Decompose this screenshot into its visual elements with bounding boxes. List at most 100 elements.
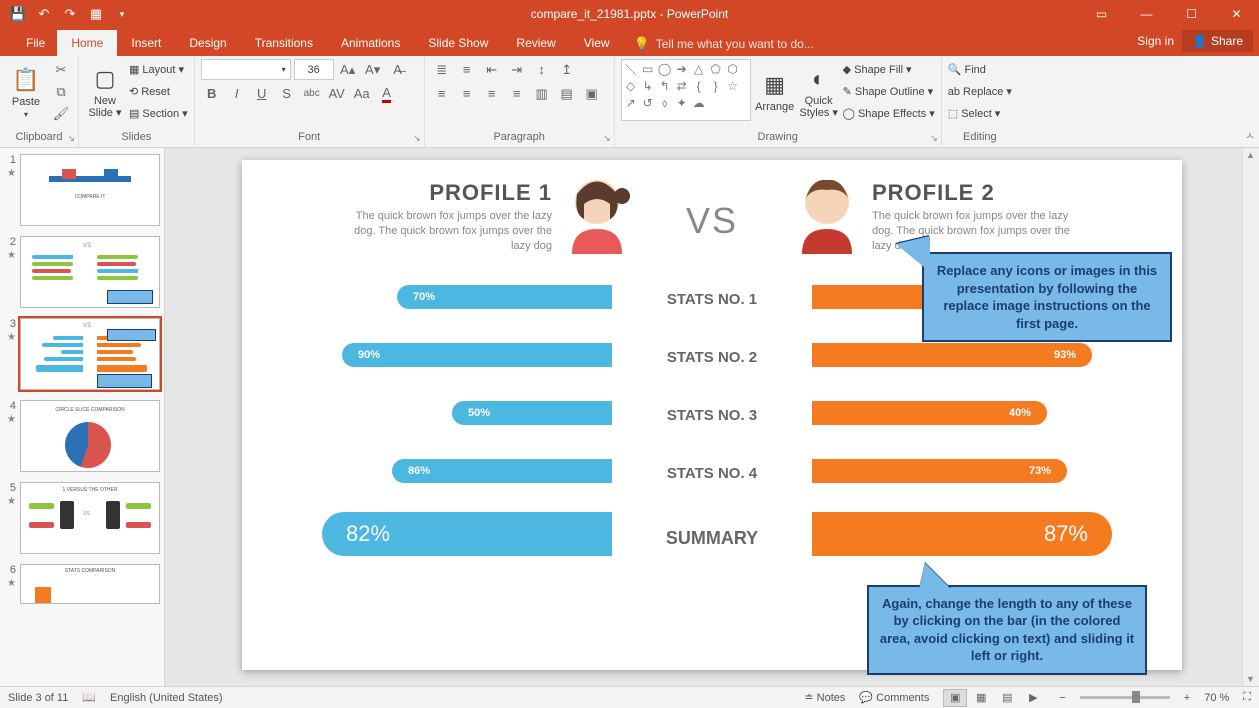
- strike-icon[interactable]: S: [276, 83, 298, 104]
- tab-file[interactable]: File: [14, 30, 57, 56]
- quick-styles-button[interactable]: ◐ QuickStyles ▾: [799, 59, 839, 125]
- close-icon[interactable]: ✕: [1214, 0, 1259, 28]
- tab-design[interactable]: Design: [175, 30, 240, 56]
- tab-review[interactable]: Review: [502, 30, 569, 56]
- slide-thumb-2[interactable]: 2★ VS: [4, 236, 160, 308]
- vertical-scrollbar[interactable]: [1242, 148, 1259, 686]
- shapes-gallery[interactable]: ＼▭◯➔△⬠⬡ ◇↳↰⇄{}☆ ↗↺⬨✦☁: [621, 59, 751, 121]
- share-button[interactable]: 👤 Share: [1182, 30, 1253, 52]
- dec-indent-icon[interactable]: ⇤: [481, 59, 503, 80]
- select-button[interactable]: ⬚ Select ▾: [948, 103, 1012, 124]
- bullets-icon[interactable]: ≣: [431, 59, 453, 80]
- paste-button[interactable]: 📋 Paste ▾: [6, 59, 46, 125]
- stat2-left-bar[interactable]: 90%: [342, 343, 612, 367]
- vs-label[interactable]: VS: [686, 200, 738, 242]
- profile1-avatar[interactable]: [562, 174, 632, 254]
- slide-thumb-5[interactable]: 5★ 1 VERSUS THE OTHER VS: [4, 482, 160, 554]
- normal-view-icon[interactable]: ▣: [943, 689, 967, 707]
- tab-animations[interactable]: Animations: [327, 30, 414, 56]
- slideshow-view-icon[interactable]: ▶: [1021, 689, 1045, 707]
- shape-effects-button[interactable]: ◯ Shape Effects ▾: [843, 103, 935, 124]
- zoom-value[interactable]: 70 %: [1204, 692, 1229, 704]
- language-status[interactable]: English (United States): [110, 692, 223, 704]
- find-button[interactable]: 🔍 Find: [948, 59, 1012, 80]
- spell-check-icon[interactable]: 📖: [82, 691, 96, 704]
- stat-label-2[interactable]: STATS NO. 2: [627, 342, 797, 372]
- columns-icon[interactable]: ▥: [531, 83, 553, 104]
- comments-button[interactable]: 💬 Comments: [859, 691, 929, 704]
- zoom-slider[interactable]: [1080, 696, 1170, 699]
- align-center-icon[interactable]: ≡: [456, 83, 478, 104]
- cut-icon[interactable]: ✂: [50, 59, 72, 80]
- dialog-launcher-icon[interactable]: ↘: [413, 133, 421, 144]
- summary-left-bar[interactable]: 82%: [322, 512, 612, 556]
- text-direction-icon[interactable]: ↥: [556, 59, 578, 80]
- stat3-right-bar[interactable]: 40%: [812, 401, 1047, 425]
- smartart-icon[interactable]: ▣: [581, 83, 603, 104]
- reading-view-icon[interactable]: ▤: [995, 689, 1019, 707]
- grow-font-icon[interactable]: A▴: [337, 59, 359, 80]
- slide-thumbnail-panel[interactable]: 1★ COMPARE IT 2★ VS 3★ VS 4★ CIRCLE SLIC…: [0, 148, 165, 686]
- reset-button[interactable]: ⟲ Reset: [129, 81, 188, 102]
- dialog-launcher-icon[interactable]: ↘: [930, 133, 938, 144]
- case-icon[interactable]: Aa: [351, 83, 373, 104]
- slide-canvas[interactable]: PROFILE 1 The quick brown fox jumps over…: [242, 160, 1182, 670]
- slide-thumb-3[interactable]: 3★ VS: [4, 318, 160, 390]
- undo-icon[interactable]: ↶: [32, 2, 56, 26]
- font-color-icon[interactable]: A: [376, 83, 398, 104]
- tab-transitions[interactable]: Transitions: [241, 30, 327, 56]
- sorter-view-icon[interactable]: ▦: [969, 689, 993, 707]
- tab-insert[interactable]: Insert: [117, 30, 175, 56]
- stat4-right-bar[interactable]: 73%: [812, 459, 1067, 483]
- callout-change-length[interactable]: Again, change the length to any of these…: [867, 585, 1147, 675]
- save-icon[interactable]: 💾: [6, 2, 30, 26]
- spacing-icon[interactable]: AV: [326, 83, 348, 104]
- bold-icon[interactable]: B: [201, 83, 223, 104]
- stat-label-3[interactable]: STATS NO. 3: [627, 400, 797, 430]
- zoom-out-icon[interactable]: −: [1059, 692, 1065, 704]
- align-left-icon[interactable]: ≡: [431, 83, 453, 104]
- line-spacing-icon[interactable]: ↕: [531, 59, 553, 80]
- shadow-icon[interactable]: abc: [301, 83, 323, 104]
- justify-icon[interactable]: ≡: [506, 83, 528, 104]
- stat2-right-bar[interactable]: 93%: [812, 343, 1092, 367]
- qat-more-icon[interactable]: ▾: [110, 2, 134, 26]
- stat4-left-bar[interactable]: 86%: [392, 459, 612, 483]
- tab-view[interactable]: View: [570, 30, 624, 56]
- section-button[interactable]: ▤ Section ▾: [129, 103, 188, 124]
- new-slide-button[interactable]: ▢ NewSlide ▾: [85, 59, 125, 125]
- notes-button[interactable]: ≐ Notes: [804, 691, 845, 704]
- slide-editor[interactable]: PROFILE 1 The quick brown fox jumps over…: [165, 148, 1259, 686]
- redo-icon[interactable]: ↷: [58, 2, 82, 26]
- format-painter-icon[interactable]: 🖌: [50, 103, 72, 124]
- fit-to-window-icon[interactable]: ⛶: [1243, 691, 1251, 704]
- numbering-icon[interactable]: ≡: [456, 59, 478, 80]
- shape-fill-button[interactable]: ◆ Shape Fill ▾: [843, 59, 935, 80]
- tell-me-search[interactable]: 💡 Tell me what you want to do...: [634, 36, 814, 56]
- stat1-left-bar[interactable]: 70%: [397, 285, 612, 309]
- profile1-header[interactable]: PROFILE 1 The quick brown fox jumps over…: [342, 180, 552, 254]
- align-right-icon[interactable]: ≡: [481, 83, 503, 104]
- stat3-left-bar[interactable]: 50%: [452, 401, 612, 425]
- tab-slideshow[interactable]: Slide Show: [414, 30, 502, 56]
- italic-icon[interactable]: I: [226, 83, 248, 104]
- replace-button[interactable]: ab Replace ▾: [948, 81, 1012, 102]
- shape-outline-button[interactable]: ✎ Shape Outline ▾: [843, 81, 935, 102]
- font-size-combo[interactable]: 36: [294, 59, 334, 80]
- clear-format-icon[interactable]: A̶: [387, 59, 409, 80]
- font-name-combo[interactable]: ▾: [201, 59, 291, 80]
- slide-thumb-6[interactable]: 6★ STATS COMPARISON: [4, 564, 160, 604]
- arrange-button[interactable]: ▦ Arrange: [755, 59, 795, 125]
- maximize-icon[interactable]: ☐: [1169, 0, 1214, 28]
- minimize-icon[interactable]: —: [1124, 0, 1169, 28]
- collapse-ribbon-icon[interactable]: ㅅ: [1245, 127, 1255, 143]
- zoom-handle[interactable]: [1132, 691, 1140, 703]
- copy-icon[interactable]: ⧉: [50, 81, 72, 102]
- callout-replace-images[interactable]: Replace any icons or images in this pres…: [922, 252, 1172, 342]
- shrink-font-icon[interactable]: A▾: [362, 59, 384, 80]
- stat-label-4[interactable]: STATS NO. 4: [627, 458, 797, 488]
- inc-indent-icon[interactable]: ⇥: [506, 59, 528, 80]
- signin-link[interactable]: Sign in: [1137, 34, 1174, 48]
- underline-icon[interactable]: U: [251, 83, 273, 104]
- summary-label[interactable]: SUMMARY: [627, 516, 797, 560]
